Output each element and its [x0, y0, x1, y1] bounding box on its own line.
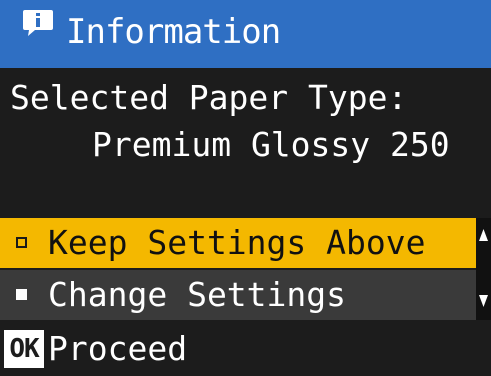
option-change-settings[interactable]: Change Settings	[0, 270, 476, 320]
header-bar: Information	[0, 0, 491, 68]
filled-square-bullet-icon	[16, 289, 27, 300]
scroll-up-arrow-icon[interactable]	[478, 228, 489, 242]
ok-button[interactable]: OK	[4, 330, 44, 368]
option-change-settings-label: Change Settings	[48, 275, 347, 314]
page-title: Information	[66, 12, 281, 52]
paper-type-label: Selected Paper Type:	[10, 78, 408, 117]
option-keep-settings-label: Keep Settings Above	[48, 223, 426, 262]
info-icon	[23, 10, 53, 36]
scrollbar[interactable]	[476, 218, 491, 320]
info-body: Selected Paper Type: Premium Glossy 250	[0, 68, 491, 217]
hollow-square-bullet-icon	[16, 237, 27, 248]
printer-lcd-screen: Information Selected Paper Type: Premium…	[0, 0, 491, 376]
paper-type-value: Premium Glossy 250	[92, 125, 450, 164]
footer-bar: OK Proceed	[0, 322, 491, 376]
option-keep-settings[interactable]: Keep Settings Above	[0, 218, 476, 268]
proceed-label: Proceed	[48, 329, 188, 368]
scroll-down-arrow-icon[interactable]	[478, 294, 489, 308]
